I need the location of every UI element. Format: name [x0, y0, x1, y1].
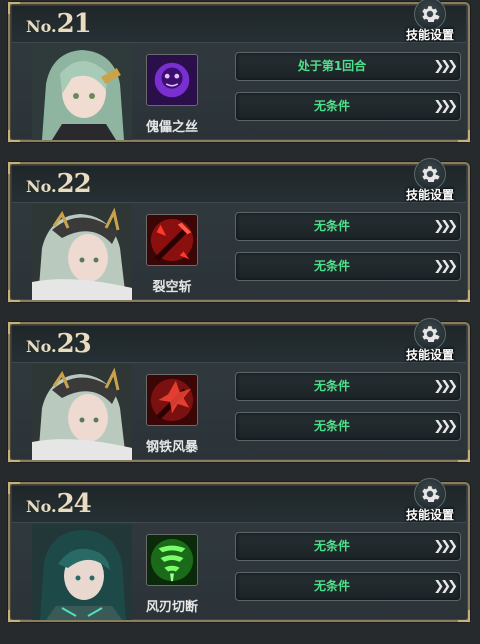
chevron-right-icon: ❯❯❯ [433, 579, 458, 594]
skill-name: 傀儡之丝 [145, 120, 198, 135]
chevron-right-icon: ❯❯❯ [433, 539, 458, 554]
condition-selector-2[interactable]: 无条件 ❯❯❯ [235, 92, 461, 121]
chevron-right-icon: ❯❯❯ [433, 99, 458, 114]
skill-settings-label: 技能设置 [405, 28, 454, 42]
chevron-right-icon: ❯❯❯ [433, 379, 458, 394]
condition-selector-1[interactable]: 无条件 ❯❯❯ [235, 372, 461, 401]
chevron-right-icon: ❯❯❯ [433, 419, 458, 434]
character-portrait [32, 364, 132, 460]
card-number: No.22 [26, 169, 92, 199]
skill-name: 钢铁风暴 [145, 440, 198, 455]
skill-settings-label: 技能设置 [405, 348, 454, 362]
skill-card-24: No.24 技能设置 风刃切断 无条件 ❯❯❯ 无条件 ❯❯❯ [8, 478, 470, 622]
skill-card-23: No.23 技能设置 钢铁风暴 无条件 ❯❯❯ 无条件 ❯❯❯ [8, 318, 470, 462]
wind-skill-icon[interactable] [146, 534, 198, 586]
card-number: No.23 [26, 329, 92, 359]
skill-card-21: No.21 技能设置 傀儡之丝 处于第1回合 ❯❯❯ 无条件 ❯❯❯ [8, 0, 470, 142]
sword-skill-icon[interactable] [146, 214, 198, 266]
condition-text: 无条件 [313, 259, 350, 273]
character-portrait [32, 204, 132, 300]
skill-settings-button[interactable]: 技能设置 [400, 0, 460, 42]
condition-selector-2[interactable]: 无条件 ❯❯❯ [235, 252, 461, 281]
chevron-right-icon: ❯❯❯ [433, 59, 458, 74]
character-portrait [32, 44, 132, 140]
skill-settings-button[interactable]: 技能设置 [400, 318, 460, 362]
card-number: No.21 [26, 9, 92, 39]
condition-selector-1[interactable]: 无条件 ❯❯❯ [235, 212, 461, 241]
character-portrait [32, 524, 132, 620]
skill-settings-button[interactable]: 技能设置 [400, 478, 460, 522]
skill-card-22: No.22 技能设置 裂空斩 无条件 ❯❯❯ 无条件 ❯❯❯ [8, 158, 470, 302]
condition-selector-1[interactable]: 无条件 ❯❯❯ [235, 532, 461, 561]
chevron-right-icon: ❯❯❯ [433, 219, 458, 234]
condition-text: 无条件 [313, 419, 350, 433]
condition-text: 无条件 [313, 379, 350, 393]
skill-name: 风刃切断 [145, 600, 198, 615]
condition-selector-1[interactable]: 处于第1回合 ❯❯❯ [235, 52, 461, 81]
card-number: No.24 [26, 489, 92, 519]
condition-text: 无条件 [313, 579, 350, 593]
puppet-skill-icon[interactable] [146, 54, 198, 106]
condition-text: 无条件 [313, 219, 350, 233]
condition-selector-2[interactable]: 无条件 ❯❯❯ [235, 572, 461, 601]
skill-settings-label: 技能设置 [405, 508, 454, 522]
skill-settings-button[interactable]: 技能设置 [400, 158, 460, 202]
condition-selector-2[interactable]: 无条件 ❯❯❯ [235, 412, 461, 441]
chevron-right-icon: ❯❯❯ [433, 259, 458, 274]
storm-skill-icon[interactable] [146, 374, 198, 426]
condition-text: 无条件 [313, 99, 350, 113]
skill-name: 裂空斩 [152, 280, 192, 295]
condition-text: 处于第1回合 [297, 59, 367, 73]
condition-text: 无条件 [313, 539, 350, 553]
skill-settings-label: 技能设置 [405, 188, 454, 202]
